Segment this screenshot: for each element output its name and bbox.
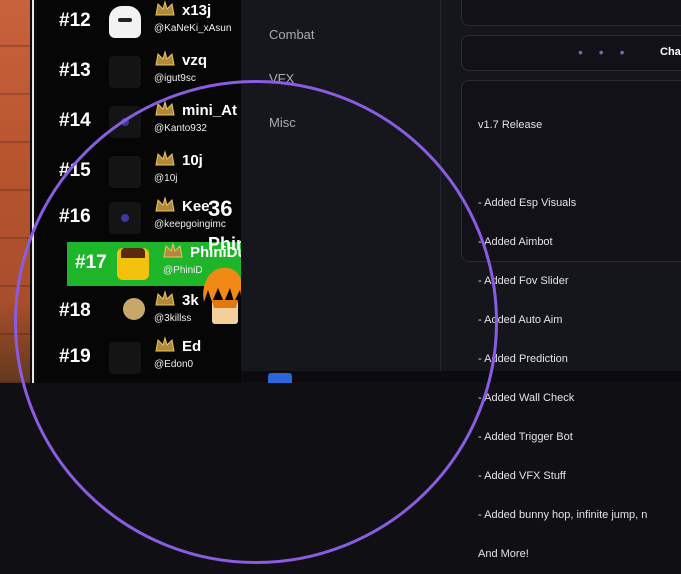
changelog-line: - Added VFX Stuff [478, 470, 566, 482]
changelog-line: - Added Aimbot [478, 236, 553, 248]
avatar [117, 248, 149, 280]
crown-icon [155, 150, 175, 166]
leaderboard-row: #13 vzq @igut9sc [37, 50, 245, 94]
crown-icon [155, 0, 175, 16]
rank-label: #15 [59, 160, 91, 181]
leaderboard-row: #19 Ed @Edon0 [37, 336, 245, 380]
game-object [268, 373, 292, 383]
avatar [109, 202, 141, 234]
menu-sidebar [241, 0, 441, 383]
player-name: vzq [182, 52, 208, 69]
avatar [109, 106, 141, 138]
player-name: 3k [182, 292, 199, 309]
avatar [123, 298, 145, 320]
changelog-line [478, 158, 681, 171]
character-head [203, 267, 244, 324]
avatar [109, 342, 141, 374]
tab-vfx[interactable]: VFX [269, 71, 294, 86]
player-name: Ed [182, 338, 202, 355]
leaderboard-row: #12 x13j @KaNeKi_xAsun [37, 0, 245, 44]
rank-label: #17 [75, 252, 107, 273]
player-handle: @igut9sc [154, 73, 196, 84]
changelog-line: - Added Esp Visuals [478, 197, 577, 209]
changelog-line: - Added Trigger Bot [478, 431, 573, 443]
avatar [109, 156, 141, 188]
crown-icon [155, 336, 175, 352]
changelog-line: - Added bunny hop, infinite jump, n [478, 509, 648, 521]
rank-label: #19 [59, 346, 91, 367]
top-panel[interactable] [461, 0, 681, 26]
rank-label: #16 [59, 206, 91, 227]
avatar [109, 6, 141, 38]
crown-icon [155, 50, 175, 66]
changelog-button[interactable] [461, 35, 681, 71]
rank-label: #13 [59, 60, 91, 81]
changelog-text: v1.7 Release - Added Esp Visuals - Added… [478, 93, 681, 574]
changelog-line: - Added Prediction [478, 353, 568, 365]
changelog-line: - Added Wall Check [478, 392, 575, 404]
tab-combat[interactable]: Combat [269, 27, 315, 42]
rank-label: #12 [59, 10, 91, 31]
tab-misc[interactable]: Misc [269, 115, 296, 130]
changelog-button-label: Cha [660, 46, 681, 58]
crown-icon [163, 242, 183, 258]
loading-dots: • • • [578, 44, 631, 60]
crown-icon [155, 196, 175, 212]
player-name: mini_At [182, 102, 238, 119]
player-handle: @3killss [154, 313, 192, 324]
leaderboard-border [30, 0, 37, 383]
player-handle: @PhiniD [163, 265, 203, 276]
player-handle: @10j [154, 173, 178, 184]
player-handle: @Edon0 [154, 359, 194, 370]
changelog-line: And More! [478, 548, 529, 560]
leaderboard-row: #15 10j @10j [37, 150, 245, 194]
crown-icon [155, 290, 175, 306]
rank-label: #18 [59, 300, 91, 321]
changelog-line: - Added Auto Aim [478, 314, 563, 326]
changelog-line: - Added Fov Slider [478, 275, 569, 287]
bottom-bar [241, 371, 681, 383]
player-handle: @KaNeKi_xAsun [154, 23, 232, 34]
player-name: 10j [182, 152, 203, 169]
avatar [109, 56, 141, 88]
rank-label: #14 [59, 110, 91, 131]
player-name: x13j [182, 2, 212, 19]
player-handle: @Kanto932 [154, 123, 207, 134]
game-background [0, 0, 30, 383]
changelog-line: v1.7 Release [478, 119, 543, 131]
kill-counter: 36 [208, 196, 233, 221]
crown-icon [155, 100, 175, 116]
leaderboard-row: #14 mini_At @Kanto932 [37, 100, 245, 144]
player-name: Kee [182, 198, 210, 215]
